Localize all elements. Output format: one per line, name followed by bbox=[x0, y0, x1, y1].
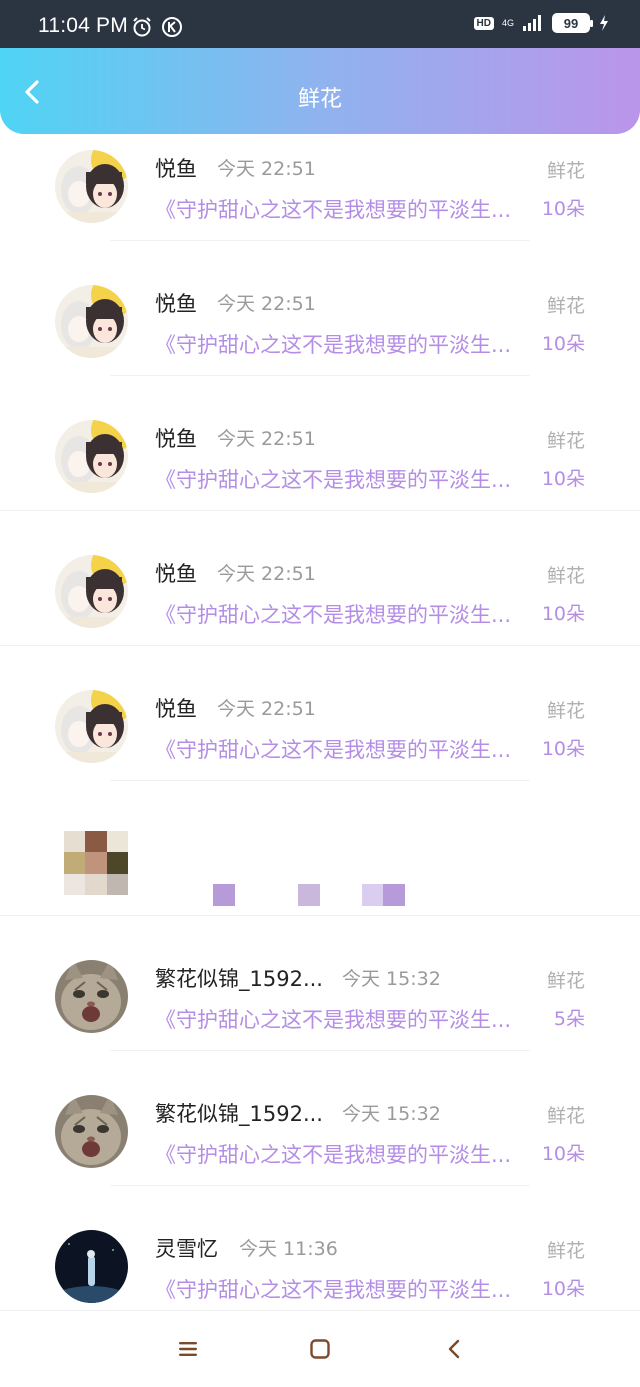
gift-type: 鲜花 bbox=[546, 430, 585, 452]
avatar[interactable] bbox=[55, 960, 128, 1033]
anime-avatar-icon bbox=[55, 555, 128, 628]
network-type: 4G bbox=[501, 17, 514, 28]
book-title[interactable]: 《守护甜心之这不是我想要的平淡生... bbox=[155, 464, 530, 494]
flower-record-list: 悦鱼 今天 22:51 《守护甜心之这不是我想要的平淡生... 鲜花 10朵 悦… bbox=[0, 134, 640, 1310]
timestamp: 今天 22:51 bbox=[217, 293, 316, 315]
hd-badge: HD bbox=[473, 16, 494, 30]
avatar[interactable] bbox=[55, 690, 128, 763]
anime-avatar-icon bbox=[55, 420, 128, 493]
gift-type: 鲜花 bbox=[546, 700, 585, 722]
app-header: 鲜花 bbox=[0, 48, 640, 134]
book-title[interactable]: 《守护甜心之这不是我想要的平淡生... bbox=[155, 194, 530, 224]
divider bbox=[110, 375, 530, 376]
gift-type: 鲜花 bbox=[546, 160, 585, 182]
anime-avatar-icon bbox=[55, 690, 128, 763]
gift-type: 鲜花 bbox=[546, 295, 585, 317]
divider bbox=[110, 240, 530, 241]
book-title[interactable]: 《守护甜心之这不是我想要的平淡生... bbox=[155, 1004, 530, 1034]
page-title: 鲜花 bbox=[297, 87, 342, 112]
status-time: 11:04 PM bbox=[38, 14, 128, 37]
blurred-block bbox=[362, 884, 384, 906]
user-name[interactable]: 灵雪忆 bbox=[155, 1233, 218, 1263]
book-title[interactable]: 《守护甜心之这不是我想要的平淡生... bbox=[155, 599, 530, 629]
user-name[interactable]: 悦鱼 bbox=[155, 558, 197, 588]
timestamp: 今天 22:51 bbox=[217, 563, 316, 585]
alarm-icon bbox=[133, 17, 151, 37]
gift-count: 10朵 bbox=[541, 198, 585, 220]
divider bbox=[0, 915, 640, 916]
avatar[interactable] bbox=[55, 150, 128, 223]
list-item[interactable]: 灵雪忆 今天 11:36 《守护甜心之这不是我想要的平淡生... 鲜花 10朵 bbox=[0, 1214, 640, 1310]
avatar[interactable] bbox=[55, 420, 128, 493]
list-item[interactable]: 悦鱼 今天 22:51 《守护甜心之这不是我想要的平淡生... 鲜花 10朵 bbox=[0, 539, 640, 674]
timestamp: 今天 22:51 bbox=[217, 428, 316, 450]
charging-icon bbox=[600, 15, 608, 31]
user-name[interactable]: 悦鱼 bbox=[155, 288, 197, 318]
list-item[interactable]: 繁花似锦_1592... 今天 15:32 《守护甜心之这不是我想要的平淡生..… bbox=[0, 1079, 640, 1214]
timestamp: 今天 11:36 bbox=[239, 1238, 338, 1260]
gift-count: 5朵 bbox=[553, 1008, 585, 1030]
list-item[interactable]: 悦鱼 今天 22:51 《守护甜心之这不是我想要的平淡生... 鲜花 10朵 bbox=[0, 404, 640, 539]
battery-indicator: 99 bbox=[552, 13, 593, 33]
anime-avatar-icon bbox=[55, 285, 128, 358]
avatar[interactable] bbox=[55, 1095, 128, 1168]
divider bbox=[110, 1185, 530, 1186]
home-square-icon[interactable] bbox=[308, 1337, 332, 1361]
menu-icon[interactable] bbox=[176, 1337, 200, 1361]
gift-type: 鲜花 bbox=[546, 565, 585, 587]
avatar[interactable] bbox=[55, 555, 128, 628]
blurred-block bbox=[298, 884, 320, 906]
user-name[interactable]: 繁花似锦_1592... bbox=[155, 963, 323, 993]
timestamp: 今天 22:51 bbox=[217, 698, 316, 720]
user-name[interactable]: 悦鱼 bbox=[155, 423, 197, 453]
avatar[interactable] bbox=[55, 1230, 128, 1303]
book-title[interactable]: 《守护甜心之这不是我想要的平淡生... bbox=[155, 1274, 530, 1304]
list-item[interactable]: 繁花似锦_1592... 今天 15:32 《守护甜心之这不是我想要的平淡生..… bbox=[0, 944, 640, 1079]
status-right: HD 4G 99 bbox=[473, 13, 610, 33]
gift-count: 10朵 bbox=[541, 1278, 585, 1300]
divider bbox=[0, 510, 640, 511]
cat-avatar-icon bbox=[55, 1095, 128, 1168]
night-scene-avatar-icon bbox=[55, 1230, 128, 1303]
list-item[interactable]: 悦鱼 今天 22:51 《守护甜心之这不是我想要的平淡生... 鲜花 10朵 bbox=[0, 674, 640, 809]
divider bbox=[110, 1050, 530, 1051]
gift-type: 鲜花 bbox=[546, 1240, 585, 1262]
gift-count: 10朵 bbox=[541, 468, 585, 490]
gift-type: 鲜花 bbox=[546, 970, 585, 992]
k-app-icon bbox=[162, 17, 182, 37]
user-name[interactable]: 悦鱼 bbox=[155, 153, 197, 183]
anime-avatar-icon bbox=[55, 150, 128, 223]
cat-avatar-icon bbox=[55, 960, 128, 1033]
blurred-avatar bbox=[64, 831, 128, 895]
list-item[interactable]: 悦鱼 今天 22:51 《守护甜心之这不是我想要的平淡生... 鲜花 10朵 bbox=[0, 269, 640, 404]
gift-count: 10朵 bbox=[541, 738, 585, 760]
book-title[interactable]: 《守护甜心之这不是我想要的平淡生... bbox=[155, 1139, 530, 1169]
signal-icon bbox=[523, 15, 541, 31]
system-nav-bar bbox=[0, 1310, 640, 1387]
avatar[interactable] bbox=[55, 285, 128, 358]
book-title[interactable]: 《守护甜心之这不是我想要的平淡生... bbox=[155, 329, 530, 359]
gift-type: 鲜花 bbox=[546, 1105, 585, 1127]
timestamp: 今天 22:51 bbox=[217, 158, 316, 180]
divider bbox=[110, 780, 530, 781]
back-chevron-icon[interactable] bbox=[443, 1337, 467, 1361]
gift-count: 10朵 bbox=[541, 603, 585, 625]
timestamp: 今天 15:32 bbox=[342, 1103, 441, 1125]
divider bbox=[0, 645, 640, 646]
gift-count: 10朵 bbox=[541, 333, 585, 355]
list-item[interactable]: 悦鱼 今天 22:51 《守护甜心之这不是我想要的平淡生... 鲜花 10朵 bbox=[0, 134, 640, 269]
book-title[interactable]: 《守护甜心之这不是我想要的平淡生... bbox=[155, 734, 530, 764]
gift-count: 10朵 bbox=[541, 1143, 585, 1165]
blurred-block bbox=[383, 884, 405, 906]
status-bar: 11:04 PM HD 4G 99 bbox=[0, 0, 640, 48]
list-item-blurred[interactable] bbox=[0, 809, 640, 944]
timestamp: 今天 15:32 bbox=[342, 968, 441, 990]
user-name[interactable]: 悦鱼 bbox=[155, 693, 197, 723]
user-name[interactable]: 繁花似锦_1592... bbox=[155, 1098, 323, 1128]
blurred-block bbox=[213, 884, 235, 906]
